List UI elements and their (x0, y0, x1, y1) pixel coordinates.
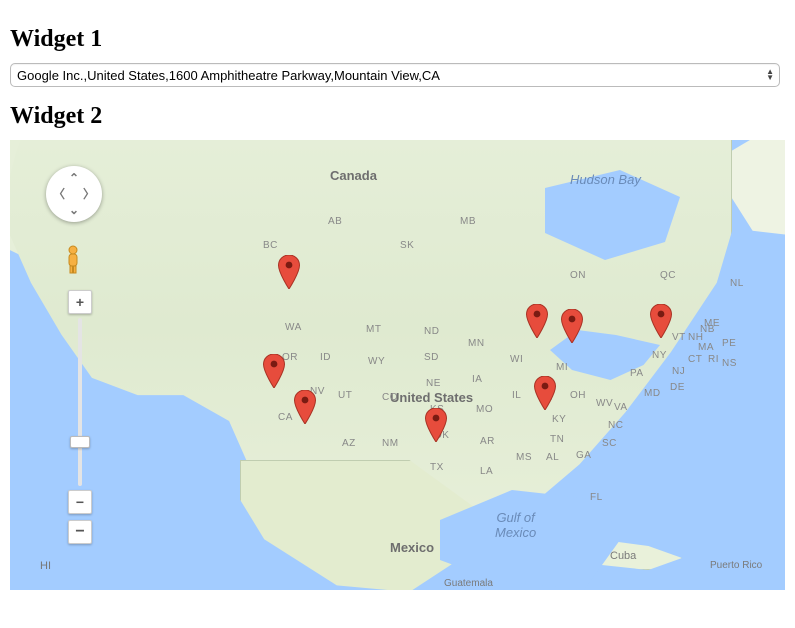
st-fl: FL (590, 492, 603, 503)
st-ne: NE (426, 378, 441, 389)
st-hi: HI (40, 560, 51, 572)
marker-ny[interactable] (650, 304, 672, 338)
zoom-out-outer-button[interactable]: − (68, 520, 92, 544)
marker-ca-south[interactable] (294, 390, 316, 424)
marker-tx[interactable] (425, 408, 447, 442)
address-select-wrap: Google Inc.,United States,1600 Amphithea… (10, 63, 780, 87)
marker-ca-north[interactable] (263, 354, 285, 388)
pegman-icon[interactable] (62, 244, 84, 274)
st-va: VA (614, 402, 628, 413)
zoom-slider-track[interactable] (78, 318, 82, 486)
st-nc: NC (608, 420, 623, 431)
st-ma: MA (698, 342, 714, 353)
pan-down-button[interactable]: ⌄ (69, 204, 79, 216)
zoom-control: + − − (68, 290, 92, 544)
marker-wi[interactable] (526, 304, 548, 338)
st-mt: MT (366, 324, 381, 335)
zoom-in-button[interactable]: + (68, 290, 92, 314)
prov-pe: PE (722, 338, 736, 349)
st-nd: ND (424, 326, 439, 337)
st-sd: SD (424, 352, 439, 363)
label-cuba: Cuba (610, 550, 636, 562)
st-al: AL (546, 452, 559, 463)
st-wa: WA (285, 322, 302, 333)
widget2-title: Widget 2 (10, 103, 785, 130)
st-nh: NH (688, 332, 703, 343)
st-co: CO (382, 392, 398, 403)
label-hudson-bay: Hudson Bay (570, 172, 641, 187)
pan-right-button[interactable]: 〉 (83, 188, 95, 200)
st-tx: TX (430, 462, 444, 473)
st-pa: PA (630, 368, 644, 379)
st-mo: MO (476, 404, 493, 415)
st-ky: KY (552, 414, 566, 425)
st-ia: IA (472, 374, 482, 385)
st-me: ME (704, 318, 720, 329)
st-de: DE (670, 382, 685, 393)
st-nj: NJ (672, 366, 685, 377)
label-united-states: United States (390, 390, 473, 405)
st-mn: MN (468, 338, 485, 349)
prov-qc: QC (660, 270, 676, 281)
prov-on: ON (570, 270, 586, 281)
st-ny: NY (652, 350, 667, 361)
label-gulf-of-mexico: Gulf of Mexico (495, 510, 536, 540)
label-mexico: Mexico (390, 540, 434, 555)
st-ga: GA (576, 450, 591, 461)
pan-left-button[interactable]: 〈 (53, 188, 65, 200)
widget1-title: Widget 1 (10, 26, 785, 53)
st-ut: UT (338, 390, 352, 401)
address-select[interactable]: Google Inc.,United States,1600 Amphithea… (10, 63, 780, 87)
marker-tn[interactable] (534, 376, 556, 410)
st-wi: WI (510, 354, 523, 365)
prov-ns: NS (722, 358, 737, 369)
st-la: LA (480, 466, 493, 477)
st-wy: WY (368, 356, 385, 367)
prov-bc: BC (263, 240, 278, 251)
prov-sk: SK (400, 240, 414, 251)
st-tn: TN (550, 434, 564, 445)
st-ri: RI (708, 354, 719, 365)
st-ca: CA (278, 412, 293, 423)
prov-mb: MB (460, 216, 476, 227)
st-sc: SC (602, 438, 617, 449)
st-ct: CT (688, 354, 702, 365)
st-oh: OH (570, 390, 586, 401)
marker-mi[interactable] (561, 309, 583, 343)
label-canada: Canada (330, 168, 377, 183)
st-il: IL (512, 390, 521, 401)
prov-nl: NL (730, 278, 744, 289)
st-mi: MI (556, 362, 568, 373)
marker-wa[interactable] (278, 255, 300, 289)
st-nm: NM (382, 438, 399, 449)
st-vt: VT (672, 332, 686, 343)
pan-up-button[interactable]: ⌃ (69, 172, 79, 184)
st-ar: AR (480, 436, 495, 447)
map-canvas[interactable]: Hudson Bay Gulf of Mexico Canada United … (10, 140, 785, 590)
st-md: MD (644, 388, 661, 399)
pan-control: ⌃ ⌄ 〈 〉 (46, 166, 102, 222)
label-guatemala: Guatemala (444, 578, 493, 589)
st-ms: MS (516, 452, 532, 463)
st-az: AZ (342, 438, 356, 449)
st-wv: WV (596, 398, 613, 409)
zoom-slider-handle[interactable] (70, 436, 90, 448)
prov-ab: AB (328, 216, 342, 227)
st-id: ID (320, 352, 331, 363)
zoom-out-button[interactable]: − (68, 490, 92, 514)
label-puerto-rico: Puerto Rico (710, 560, 762, 571)
